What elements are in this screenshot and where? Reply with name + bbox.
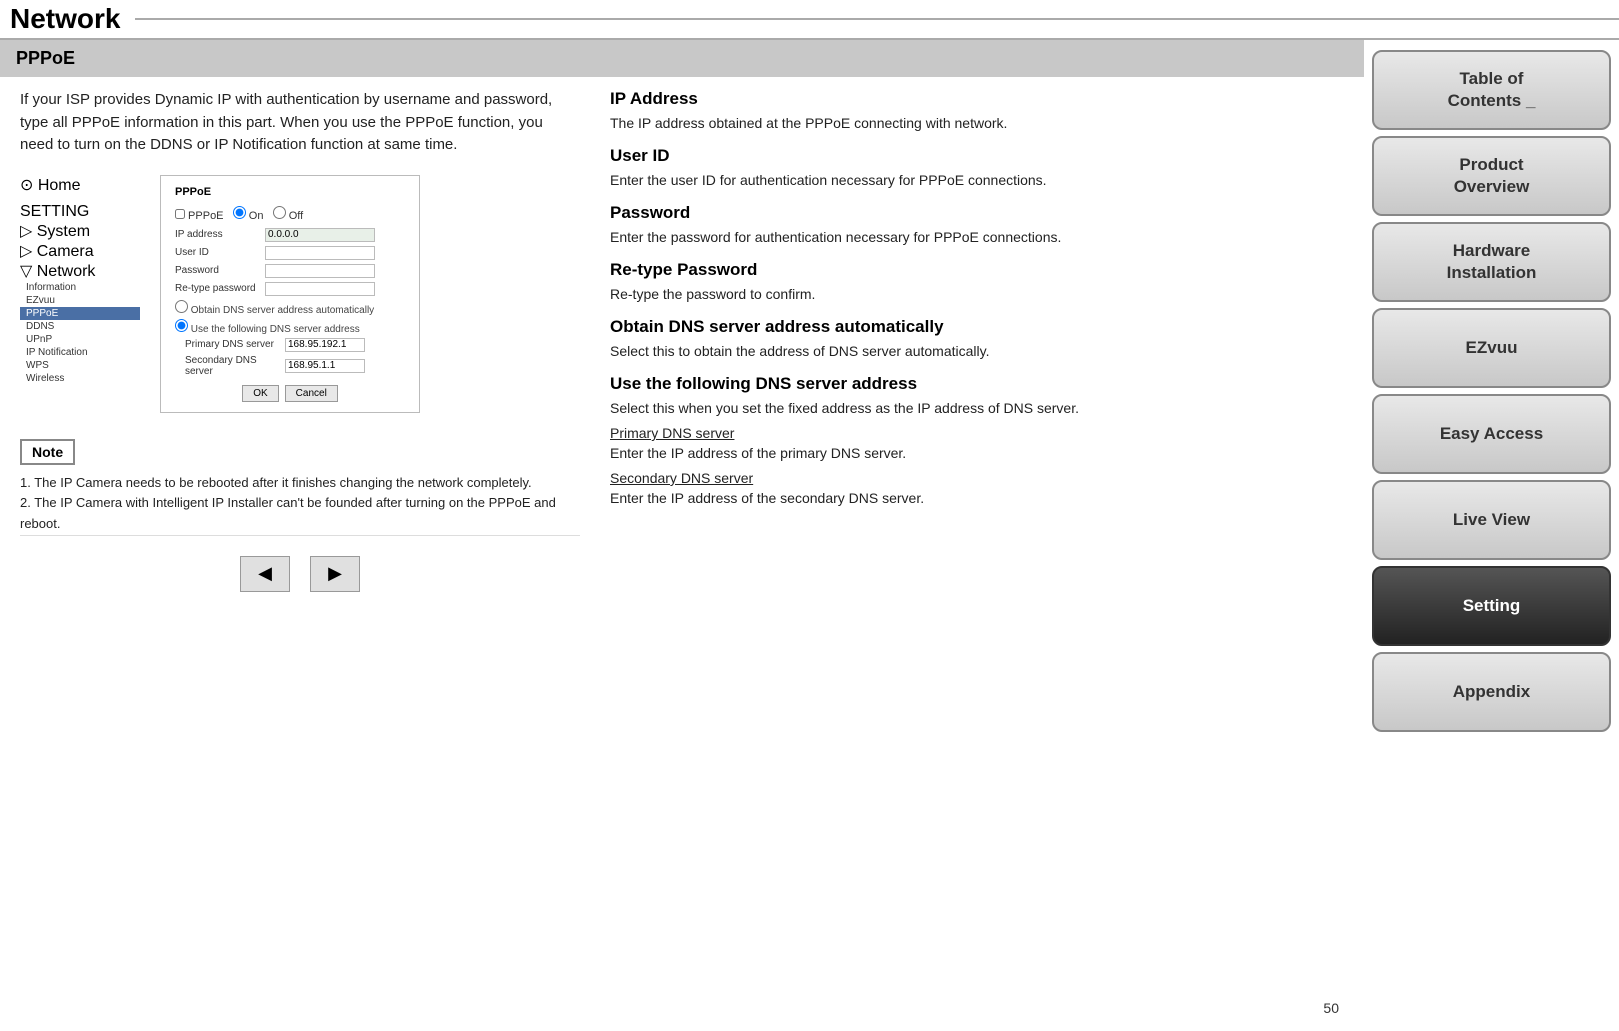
mockup-setting-label: SETTING xyxy=(20,203,140,221)
mockup-userid-row: User ID xyxy=(175,246,405,260)
user-id-desc: Enter the user ID for authentication nec… xyxy=(610,170,1334,191)
retype-heading: Re-type Password xyxy=(610,260,1334,280)
submenu-info: Information xyxy=(20,281,140,294)
mockup-submenu: Information EZvuu PPPoE DDNS UPnP IP Not… xyxy=(20,281,140,385)
password-desc: Enter the password for authentication ne… xyxy=(610,227,1334,248)
submenu-upnp: UPnP xyxy=(20,333,140,346)
use-heading: Use the following DNS server address xyxy=(610,374,1334,394)
mockup-primary-input[interactable]: 168.95.192.1 xyxy=(285,338,365,352)
mockup-secondary-row: Secondary DNS server 168.95.1.1 xyxy=(175,355,405,377)
mockup-ip-row: IP address 0.0.0.0 xyxy=(175,228,405,242)
primary-underline: Primary DNS server xyxy=(610,425,1334,441)
dns-auto-radio[interactable] xyxy=(175,300,188,313)
mockup-radio-manual: Use the following DNS server address xyxy=(175,319,405,335)
nav-btn-ezvuu[interactable]: EZvuu xyxy=(1372,308,1611,388)
mockup-password-row: Password xyxy=(175,264,405,278)
mockup-retype-input[interactable] xyxy=(265,282,375,296)
submenu-wps: WPS xyxy=(20,359,140,372)
obtain-heading: Obtain DNS server address automatically xyxy=(610,317,1334,337)
nav-btn-easy-access[interactable]: Easy Access xyxy=(1372,394,1611,474)
mockup-ip-label: IP address xyxy=(175,229,265,240)
left-column: If your ISP provides Dynamic IP with aut… xyxy=(10,89,590,1031)
mockup-password-input[interactable] xyxy=(265,264,375,278)
mockup-password-label: Password xyxy=(175,265,265,276)
nav-btn-product-overview[interactable]: Product Overview xyxy=(1372,136,1611,216)
password-heading: Password xyxy=(610,203,1334,223)
dns-manual-radio[interactable] xyxy=(175,319,188,332)
nav-btn-toc[interactable]: Table of Contents _ xyxy=(1372,50,1611,130)
note-section: Note 1. The IP Camera needs to be reboot… xyxy=(20,429,580,535)
secondary-underline: Secondary DNS server xyxy=(610,470,1334,486)
note-item-2: 2. The IP Camera with Intelligent IP Ins… xyxy=(20,493,580,535)
nav-btn-setting[interactable]: Setting xyxy=(1372,566,1611,646)
use-desc: Select this when you set the fixed addre… xyxy=(610,398,1334,419)
submenu-wireless: Wireless xyxy=(20,372,140,385)
retype-desc: Re-type the password to confirm. xyxy=(610,284,1334,305)
primary-desc: Enter the IP address of the primary DNS … xyxy=(610,443,1334,464)
main-layout: PPPoE If your ISP provides Dynamic IP wi… xyxy=(0,40,1619,1031)
mockup-radio-auto: Obtain DNS server address automatically xyxy=(175,300,405,316)
mockup-pppoe-box: PPPoE PPPoE On Off IP address 0.0.0.0 Us… xyxy=(160,175,420,413)
ip-address-heading: IP Address xyxy=(610,89,1334,109)
right-column: IP Address The IP address obtained at th… xyxy=(590,89,1354,1031)
two-col-layout: If your ISP provides Dynamic IP with aut… xyxy=(0,89,1364,1031)
nav-btn-hardware[interactable]: Hardware Installation xyxy=(1372,222,1611,302)
mockup-system: ▷ System xyxy=(20,221,140,241)
page-header: Network xyxy=(0,0,1619,40)
mockup-primary-row: Primary DNS server 168.95.192.1 xyxy=(175,338,405,352)
bottom-nav: ◀ ▶ xyxy=(20,535,580,602)
submenu-pppoe: PPPoE xyxy=(20,307,140,320)
nav-btn-live-view[interactable]: Live View xyxy=(1372,480,1611,560)
prev-arrow[interactable]: ◀ xyxy=(240,556,290,592)
mockup-network: ▽ Network xyxy=(20,261,140,281)
user-id-heading: User ID xyxy=(610,146,1334,166)
ui-mockup: ⊙ Home SETTING ▷ System ▷ Camera ▽ Netwo… xyxy=(20,175,580,413)
mockup-buttons: OK Cancel xyxy=(175,385,405,402)
section-header: PPPoE xyxy=(0,40,1364,77)
sidebar-navigation: Table of Contents _ Product Overview Har… xyxy=(1364,40,1619,1031)
pppoe-description: If your ISP provides Dynamic IP with aut… xyxy=(20,89,580,157)
pppoe-off-radio[interactable] xyxy=(273,206,286,219)
mockup-radio-pppoe: PPPoE On Off xyxy=(175,206,405,222)
nav-btn-appendix[interactable]: Appendix xyxy=(1372,652,1611,732)
header-divider xyxy=(135,18,1619,20)
secondary-desc: Enter the IP address of the secondary DN… xyxy=(610,488,1334,509)
mockup-secondary-input[interactable]: 168.95.1.1 xyxy=(285,359,365,373)
page-number: 50 xyxy=(1323,1000,1339,1016)
page-title: Network xyxy=(10,3,120,35)
pppoe-on-label: On xyxy=(249,210,264,222)
mockup-nav: ⊙ Home SETTING ▷ System ▷ Camera ▽ Netwo… xyxy=(20,175,140,413)
mockup-userid-label: User ID xyxy=(175,247,265,258)
obtain-desc: Select this to obtain the address of DNS… xyxy=(610,341,1334,362)
mockup-retype-row: Re-type password xyxy=(175,282,405,296)
mockup-ok-button[interactable]: OK xyxy=(242,385,278,402)
note-label: Note xyxy=(20,439,75,465)
ip-address-desc: The IP address obtained at the PPPoE con… xyxy=(610,113,1334,134)
next-arrow[interactable]: ▶ xyxy=(310,556,360,592)
pppoe-checkbox[interactable] xyxy=(175,209,185,219)
pppoe-on-radio[interactable] xyxy=(233,206,246,219)
submenu-ddns: DDNS xyxy=(20,320,140,333)
pppoe-off-label: Off xyxy=(289,210,303,222)
note-item-1: 1. The IP Camera needs to be rebooted af… xyxy=(20,473,580,494)
mockup-camera: ▷ Camera xyxy=(20,241,140,261)
mockup-retype-label: Re-type password xyxy=(175,283,265,294)
submenu-ipnotification: IP Notification xyxy=(20,346,140,359)
mockup-ip-input[interactable]: 0.0.0.0 xyxy=(265,228,375,242)
mockup-pppoe-title: PPPoE xyxy=(175,186,405,198)
mockup-home: ⊙ Home xyxy=(20,175,140,195)
submenu-ezvuu: EZvuu xyxy=(20,294,140,307)
mockup-primary-label: Primary DNS server xyxy=(185,339,285,350)
mockup-secondary-label: Secondary DNS server xyxy=(185,355,285,377)
content-area: PPPoE If your ISP provides Dynamic IP wi… xyxy=(0,40,1364,1031)
mockup-cancel-button[interactable]: Cancel xyxy=(285,385,338,402)
mockup-userid-input[interactable] xyxy=(265,246,375,260)
